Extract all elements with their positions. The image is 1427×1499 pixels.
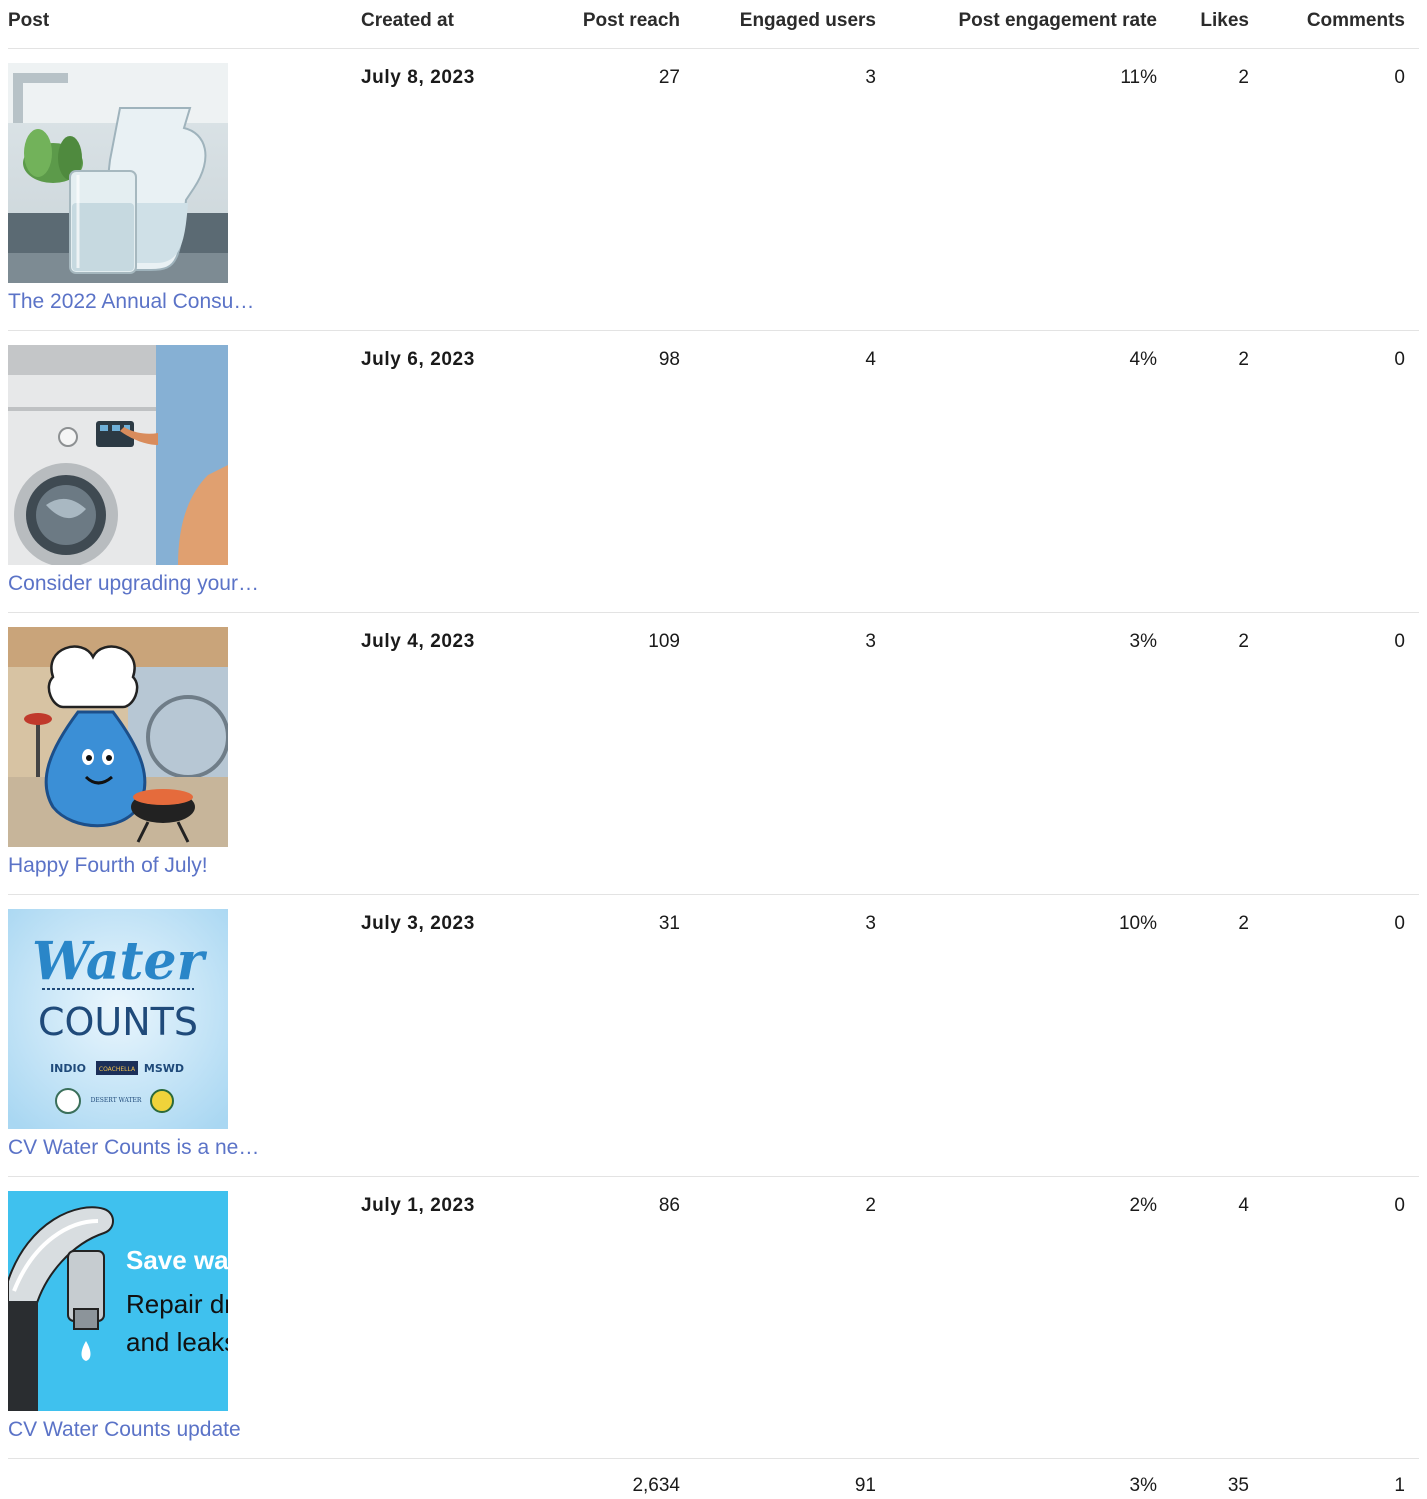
total-comments: 1 xyxy=(1394,1475,1405,1496)
total-post-engagement-rate: 3% xyxy=(1129,1475,1157,1496)
comments-cell: 0 xyxy=(1394,67,1405,88)
post-title-link[interactable]: CV Water Counts update xyxy=(8,1418,260,1442)
table-row: Water COUNTS INDIO COACHELLA MSWD DESERT… xyxy=(8,895,1419,1177)
created-at-cell: July 4, 2023 xyxy=(361,631,475,652)
post-thumbnail-water-drop-chef[interactable] xyxy=(8,627,228,847)
created-at-cell: July 3, 2023 xyxy=(361,913,475,934)
thumbnail-headline-text: Save water: xyxy=(126,1245,228,1275)
post-reach-cell: 109 xyxy=(648,631,680,652)
thumbnail-subtitle-text: COUNTS xyxy=(38,1000,198,1044)
engaged-users-cell: 3 xyxy=(865,913,876,934)
comments-cell: 0 xyxy=(1394,349,1405,370)
likes-cell: 2 xyxy=(1238,349,1249,370)
thumbnail-line3-text: and leaks xyxy=(126,1327,228,1357)
likes-cell: 4 xyxy=(1238,1195,1249,1216)
svg-text:COACHELLA: COACHELLA xyxy=(99,1066,136,1073)
likes-cell: 2 xyxy=(1238,631,1249,652)
post-title-link[interactable]: Happy Fourth of July! xyxy=(8,854,260,878)
engaged-users-cell: 4 xyxy=(865,349,876,370)
table-row: The 2022 Annual Consumer Confidence Repo… xyxy=(8,49,1419,331)
column-header-engaged-users[interactable]: Engaged users xyxy=(740,10,876,32)
column-header-post-engagement-rate[interactable]: Post engagement rate xyxy=(959,10,1158,32)
column-header-post-reach[interactable]: Post reach xyxy=(583,10,680,32)
post-reach-cell: 98 xyxy=(658,349,680,370)
table-row: Consider upgrading your washing machine … xyxy=(8,331,1419,613)
total-post-reach: 2,634 xyxy=(632,1475,680,1496)
post-reach-cell: 27 xyxy=(658,67,680,88)
created-at-cell: July 1, 2023 xyxy=(361,1195,475,1216)
post-engagement-rate-cell: 11% xyxy=(1120,67,1157,88)
water-drop-chef-mascot-image xyxy=(8,627,228,847)
thumbnail-line2-text: Repair drips xyxy=(126,1289,228,1319)
comments-cell: 0 xyxy=(1394,1195,1405,1216)
comments-cell: 0 xyxy=(1394,631,1405,652)
post-title-link[interactable]: The 2022 Annual Consumer Confidence Repo… xyxy=(8,290,260,314)
post-engagement-rate-cell: 3% xyxy=(1129,631,1157,652)
faucet-drip-image: Save water: Repair drips and leaks xyxy=(8,1191,228,1411)
likes-cell: 2 xyxy=(1238,67,1249,88)
created-at-cell: July 6, 2023 xyxy=(361,349,475,370)
water-counts-logo-image: Water COUNTS INDIO COACHELLA MSWD DESERT… xyxy=(8,909,228,1129)
comments-cell: 0 xyxy=(1394,913,1405,934)
svg-text:INDIO: INDIO xyxy=(50,1062,86,1075)
total-likes: 35 xyxy=(1227,1475,1249,1496)
post-thumbnail-washing-machine[interactable] xyxy=(8,345,228,565)
post-title-link[interactable]: Consider upgrading your washing machine xyxy=(8,572,260,596)
post-thumbnail-water-counts[interactable]: Water COUNTS INDIO COACHELLA MSWD DESERT… xyxy=(8,909,228,1129)
thumbnail-title-text: Water xyxy=(32,931,208,992)
post-thumbnail-faucet-drip[interactable]: Save water: Repair drips and leaks xyxy=(8,1191,228,1411)
table-row: Save water: Repair drips and leaks CV Wa… xyxy=(8,1177,1419,1459)
table-row: Happy Fourth of July! July 4, 2023 109 3… xyxy=(8,613,1419,895)
engaged-users-cell: 2 xyxy=(865,1195,876,1216)
column-header-created-at[interactable]: Created at xyxy=(361,10,454,32)
water-glass-pitcher-image xyxy=(8,63,228,283)
created-at-cell: July 8, 2023 xyxy=(361,67,475,88)
total-engaged-users: 91 xyxy=(854,1475,876,1496)
likes-cell: 2 xyxy=(1238,913,1249,934)
engaged-users-cell: 3 xyxy=(865,631,876,652)
engaged-users-cell: 3 xyxy=(865,67,876,88)
post-reach-cell: 86 xyxy=(658,1195,680,1216)
svg-text:DESERT WATER: DESERT WATER xyxy=(91,1097,142,1104)
column-header-post[interactable]: Post xyxy=(8,10,49,32)
svg-text:MSWD: MSWD xyxy=(144,1062,184,1075)
washing-machine-image xyxy=(8,345,228,565)
post-reach-cell: 31 xyxy=(658,913,680,934)
post-engagement-rate-cell: 2% xyxy=(1129,1195,1157,1216)
totals-row: 2,634 91 3% 35 1 xyxy=(8,1459,1419,1499)
column-header-likes[interactable]: Likes xyxy=(1200,10,1249,32)
post-performance-table: Post Created at Post reach Engaged users… xyxy=(8,0,1419,1499)
post-thumbnail-water-glass[interactable] xyxy=(8,63,228,283)
post-engagement-rate-cell: 10% xyxy=(1118,913,1157,934)
post-title-link[interactable]: CV Water Counts is a new campaign xyxy=(8,1136,260,1160)
table-header-row: Post Created at Post reach Engaged users… xyxy=(8,0,1419,49)
post-engagement-rate-cell: 4% xyxy=(1129,349,1157,370)
column-header-comments[interactable]: Comments xyxy=(1307,10,1405,32)
